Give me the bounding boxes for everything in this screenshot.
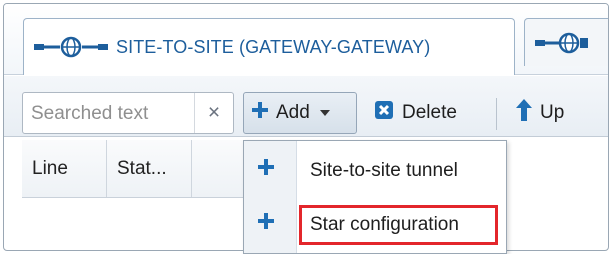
- up-label: Up: [540, 102, 565, 123]
- search-box: ×: [22, 92, 234, 134]
- network-globe-icon: [32, 36, 110, 58]
- menu-item-site-to-site-tunnel[interactable]: Site-to-site tunnel: [244, 145, 506, 197]
- add-dropdown-menu: Site-to-site tunnel Star configuration: [243, 140, 507, 254]
- tab-bar: SITE-TO-SITE (GATEWAY-GATEWAY): [4, 4, 608, 75]
- table-header: Line Stat...: [22, 140, 262, 198]
- search-input[interactable]: [29, 99, 193, 129]
- plus-icon: [258, 213, 274, 235]
- network-globe-icon: [533, 32, 599, 54]
- arrow-up-icon: [516, 99, 532, 127]
- add-button[interactable]: Add: [243, 92, 357, 134]
- plus-icon: [252, 102, 268, 124]
- up-button[interactable]: Up: [512, 92, 592, 134]
- plus-icon: [258, 159, 274, 181]
- toolbar-separator: [496, 98, 497, 130]
- delete-label: Delete: [402, 102, 457, 123]
- clear-search-button[interactable]: ×: [194, 93, 233, 133]
- highlight-box: [299, 205, 498, 245]
- tab-next[interactable]: [524, 18, 608, 66]
- table-body: [22, 198, 262, 248]
- column-header-line[interactable]: Line: [22, 140, 107, 197]
- tab-label: SITE-TO-SITE (GATEWAY-GATEWAY): [116, 36, 431, 57]
- tab-site-to-site[interactable]: SITE-TO-SITE (GATEWAY-GATEWAY): [23, 18, 515, 75]
- delete-button[interactable]: Delete: [370, 92, 488, 134]
- menu-item-label: Site-to-site tunnel: [310, 160, 458, 181]
- chevron-down-icon: [319, 110, 330, 116]
- add-label: Add: [276, 102, 310, 123]
- delete-icon: [374, 100, 394, 126]
- column-header-status[interactable]: Stat...: [107, 140, 192, 197]
- menu-item-star-configuration[interactable]: Star configuration: [244, 199, 506, 251]
